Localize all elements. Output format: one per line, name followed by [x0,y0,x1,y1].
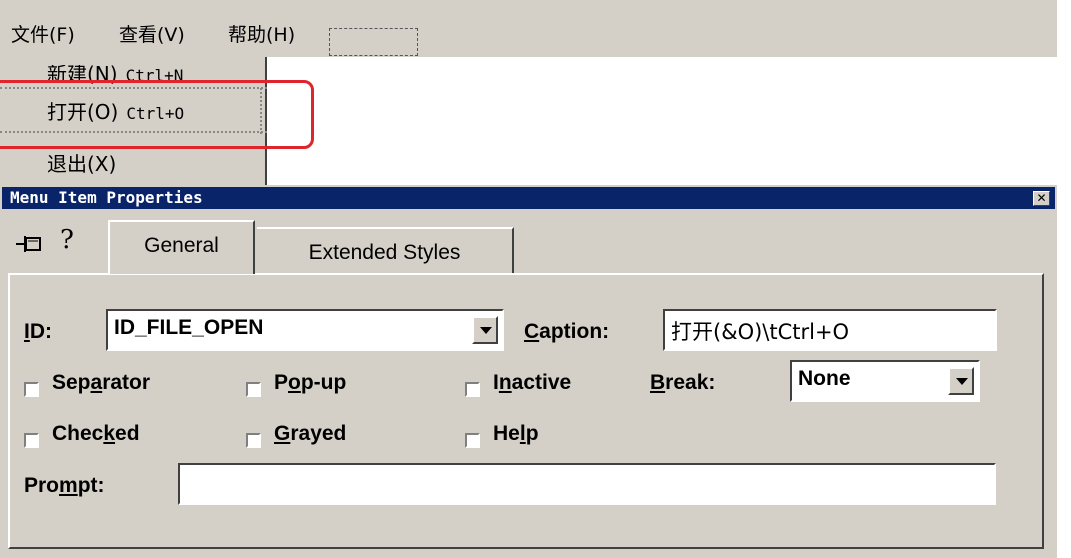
popup-checkbox[interactable] [246,382,261,397]
general-tab-panel: ID: ID_FILE_OPEN Caption: 打开(&O)\tCtrl+O… [8,273,1044,549]
grayed-label: Grayed [274,422,347,445]
tab-extended-styles[interactable]: Extended Styles [257,227,514,275]
caption-value: 打开(&O)\tCtrl+O [671,320,850,344]
dialog-title: Menu Item Properties [10,188,203,207]
pin-icon[interactable] [16,233,44,255]
help-question-icon[interactable]: ? [60,225,74,255]
id-label: ID: [24,320,53,343]
break-dropdown-button[interactable] [948,367,974,395]
menu-item-exit-label: 退出(X) [47,152,117,176]
break-label: Break: [650,371,716,394]
id-combobox[interactable]: ID_FILE_OPEN [106,309,504,351]
checked-checkbox[interactable] [24,433,39,448]
separator-checkbox[interactable] [24,382,39,397]
dialog-title-bar[interactable]: Menu Item Properties ✕ [2,187,1055,209]
menu-help[interactable]: 帮助(H) [228,20,295,47]
checked-label: Checked [52,422,140,445]
menu-bar: 文件(F) 查看(V) 帮助(H) [0,0,1057,57]
close-button[interactable]: ✕ [1033,191,1050,206]
id-value: ID_FILE_OPEN [114,316,264,339]
inactive-label: Inactive [493,371,572,394]
inactive-checkbox[interactable] [465,382,480,397]
help-label: Help [493,422,539,445]
help-checkbox[interactable] [465,433,480,448]
menu-item-exit[interactable]: 退出(X) [47,148,116,177]
red-highlight-annotation [0,80,314,149]
separator-label: Separator [52,371,151,394]
prompt-field[interactable] [178,463,996,505]
popup-label: Pop-up [274,371,347,394]
close-icon: ✕ [1036,191,1047,205]
break-value: None [798,367,851,390]
menu-file[interactable]: 文件(F) [11,20,75,47]
prompt-label: Prompt: [24,474,105,497]
grayed-checkbox[interactable] [246,433,261,448]
break-select[interactable]: None [790,360,980,402]
caption-field[interactable]: 打开(&O)\tCtrl+O [663,309,997,351]
new-menu-slot[interactable] [329,28,418,56]
menu-view[interactable]: 查看(V) [119,20,185,47]
tab-general[interactable]: General [108,220,255,274]
id-dropdown-button[interactable] [472,316,498,344]
menu-item-properties-dialog: Menu Item Properties ✕ ? General Extende… [0,185,1057,558]
caption-label: Caption: [524,320,610,343]
